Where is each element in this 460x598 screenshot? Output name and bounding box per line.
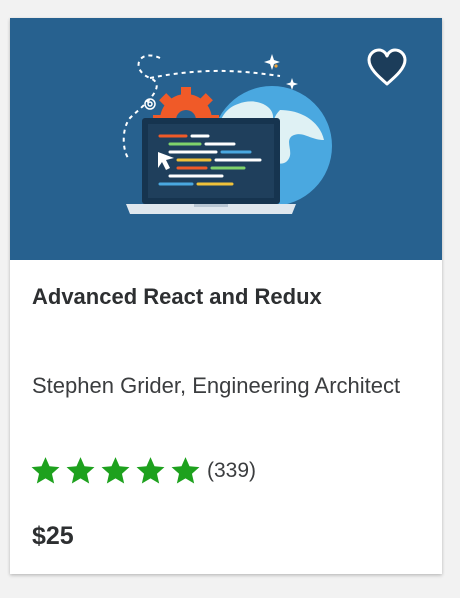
heart-outline-icon[interactable] (366, 48, 408, 88)
course-price: $25 (32, 522, 74, 550)
star-icon (66, 457, 95, 484)
course-instructor: Stephen Grider, Engineering Architect (32, 373, 401, 398)
course-thumbnail[interactable] (10, 18, 442, 260)
star-icon (136, 457, 165, 484)
course-rating: (339) (30, 456, 256, 486)
star-icon (171, 457, 200, 484)
rating-count: (339) (207, 459, 257, 482)
course-card[interactable]: Advanced React and Redux Stephen Grider,… (10, 18, 442, 574)
rating-stars (30, 456, 205, 486)
course-title[interactable]: Advanced React and Redux (32, 282, 422, 312)
star-icon (101, 457, 130, 484)
star-icon (31, 457, 60, 484)
